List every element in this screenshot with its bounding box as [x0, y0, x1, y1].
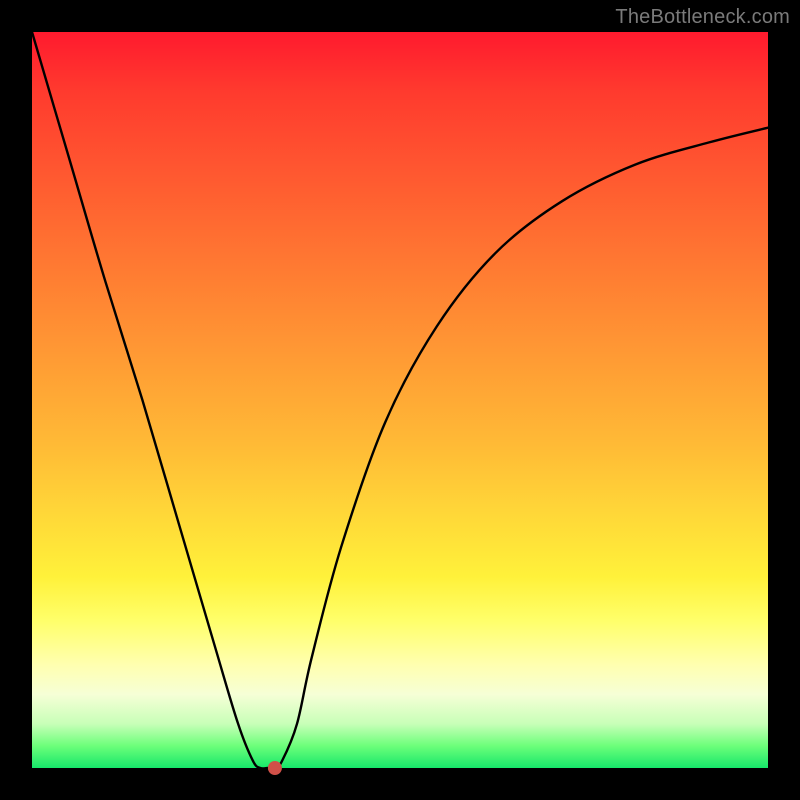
minimum-marker [268, 761, 282, 775]
plot-area [32, 32, 768, 768]
curve-svg [32, 32, 768, 768]
watermark-text: TheBottleneck.com [615, 6, 790, 29]
bottleneck-curve-path [32, 32, 768, 769]
chart-frame: TheBottleneck.com [0, 0, 800, 800]
